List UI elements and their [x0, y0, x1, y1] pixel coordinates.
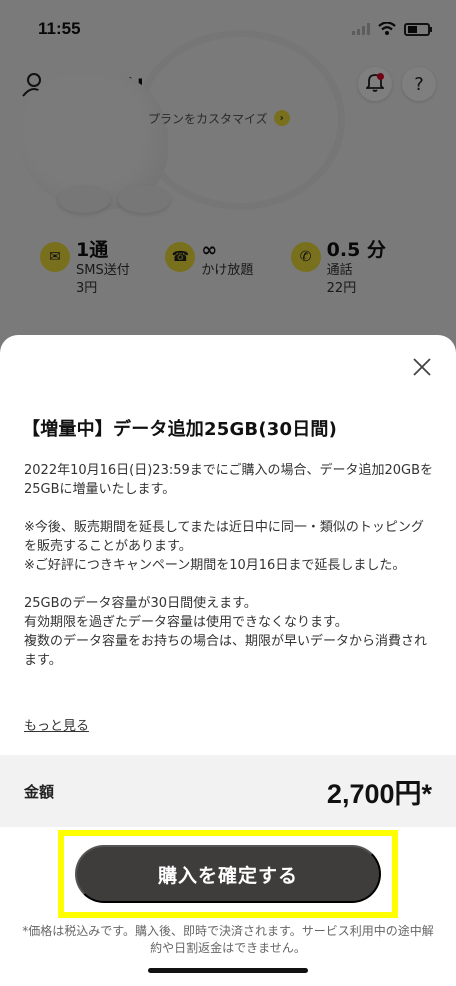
description: 2022年10月16日(日)23:59までにご購入の場合、データ追加20GBを2… [24, 461, 434, 670]
description-paragraph: ※今後、販売期間を延長してまたは近日中に同一・類似のトッピングを販売することがあ… [24, 520, 424, 554]
home-indicator[interactable] [148, 968, 308, 973]
show-more-link[interactable]: もっと見る [24, 715, 89, 734]
screen: 11:55 [0, 0, 456, 986]
sheet-title: 【増量中】データ追加25GB(30日間) [22, 419, 338, 440]
description-paragraph: 25GBのデータ容量が30日間使えます。 [24, 596, 257, 611]
price-value: 2,700円* [326, 778, 432, 809]
close-button[interactable] [410, 357, 434, 381]
description-paragraph: ※ご好評につきキャンペーン期間を10月16日まで延長しました。 [24, 558, 406, 573]
description-paragraph: 2022年10月16日(日)23:59までにご購入の場合、データ追加20GBを2… [24, 463, 434, 497]
description-paragraph: 有効期限を過ぎたデータ容量は使用できなくなります。 [24, 615, 348, 630]
price-label: 金額 [24, 782, 55, 801]
description-paragraph: 複数のデータ容量をお持ちの場合は、期限が早いデータから消費されます。 [24, 634, 428, 668]
footnote: *価格は税込みです。購入後、即時で決済されます。サービス利用中の途中解約や日割返… [22, 924, 434, 955]
close-icon [412, 357, 432, 381]
price-row: 金額 2,700円* [0, 755, 456, 827]
confirm-purchase-button[interactable]: 購入を確定する [75, 845, 381, 903]
purchase-sheet: 【増量中】データ追加25GB(30日間) 2022年10月16日(日)23:59… [0, 335, 456, 986]
